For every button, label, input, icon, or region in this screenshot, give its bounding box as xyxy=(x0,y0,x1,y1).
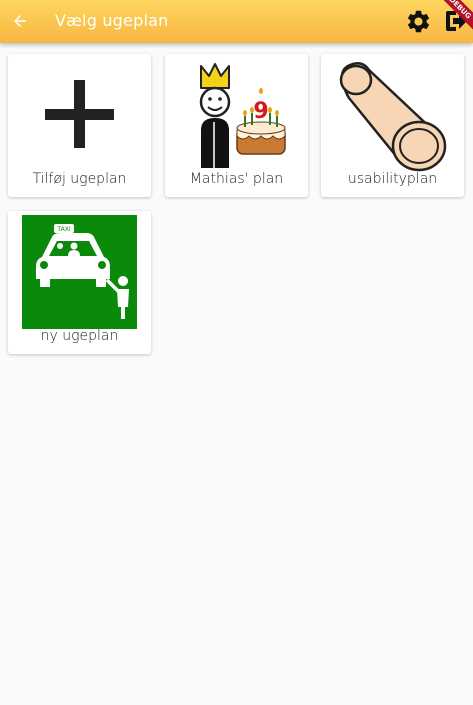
card-label: Tilføj ugeplan xyxy=(32,171,127,187)
gear-icon xyxy=(407,10,429,32)
add-weekplan-card[interactable]: Tilføj ugeplan xyxy=(8,54,151,197)
arrow-left-icon xyxy=(14,15,26,27)
card-label: Mathias' plan xyxy=(189,171,284,187)
settings-button[interactable] xyxy=(403,6,433,36)
svg-text:9: 9 xyxy=(253,99,268,124)
app-root: Vælg ugeplan DEBUG Tilføj ugeplan 9 Math… xyxy=(0,0,473,705)
taxi-pictogram: TAXI xyxy=(22,215,137,329)
page-title: Vælg ugeplan xyxy=(55,11,169,30)
card-label: ny ugeplan xyxy=(40,328,119,344)
taxi-sign-text: TAXI xyxy=(56,226,70,233)
back-button[interactable] xyxy=(8,9,32,33)
king-birthday-cake-pictogram: 9 xyxy=(199,63,286,168)
log-pictogram xyxy=(339,62,447,172)
app-bar: Vælg ugeplan xyxy=(0,0,473,43)
weekplan-card-usabilityplan[interactable]: usabilityplan xyxy=(321,54,464,197)
weekplan-card-mathias[interactable]: 9 Mathias' plan xyxy=(165,54,308,197)
plus-icon xyxy=(45,80,114,148)
card-label: usabilityplan xyxy=(347,171,438,187)
weekplan-card-ny-ugeplan[interactable]: TAXI ny ugeplan xyxy=(8,211,151,354)
